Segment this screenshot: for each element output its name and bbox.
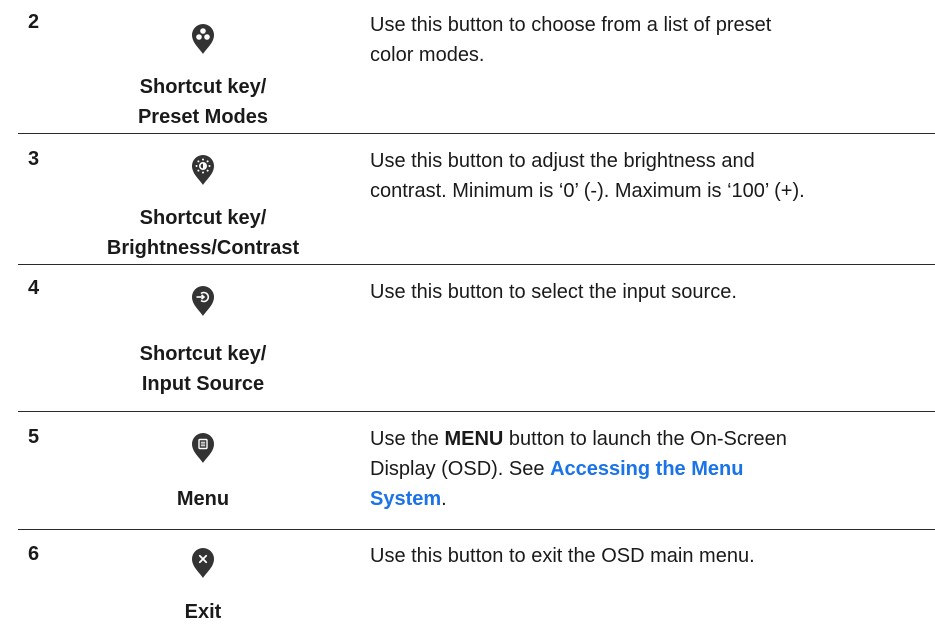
button-label: Shortcut key/ Input Source [106,339,300,399]
desc-line: Use this button to adjust the brightness… [370,150,755,172]
label-line: Preset Modes [137,106,269,128]
desc-line: Use this button to exit the OSD main men… [370,545,755,567]
button-label: Shortcut key/ Preset Modes [106,72,300,132]
desc-line: color modes. [370,44,485,66]
label-line: Shortcut key/ [139,76,267,98]
row-number: 4 [28,277,40,299]
button-description: Use this button to choose from a list of… [370,10,900,70]
button-label: Shortcut key/ Brightness/Contrast [106,203,300,263]
table-row: 6 Exit Use this button to exit the OSD m… [18,530,935,636]
desc-line: System. [370,484,900,514]
input-source-icon [191,285,215,317]
desc-text: Use the [370,428,445,450]
row-number: 5 [28,426,40,448]
button-description-table: 2 Shortcut key/ Preset Modes Use this bu… [18,0,935,636]
desc-text: Display (OSD). See [370,458,551,480]
label-line: Brightness/Contrast [106,237,300,259]
desc-line: Use this button to choose from a list of… [370,14,772,36]
table-row: 3 Shortcut key/ Brightness/Contrast Use … [18,134,935,265]
menu-keyword: MENU [444,428,504,450]
row-number: 6 [28,543,40,565]
desc-line: Use this button to select the input sour… [370,281,737,303]
desc-text: button to launch the On-Screen [503,428,787,450]
accessing-menu-link-continued[interactable]: System [370,488,441,510]
button-description: Use this button to exit the OSD main men… [370,541,900,571]
desc-text: . [441,488,447,510]
desc-line: Use the MENU button to launch the On-Scr… [370,424,900,454]
preset-modes-icon [191,23,215,55]
label-line: Input Source [141,373,265,395]
label-line: Exit [184,601,222,623]
button-description: Use this button to adjust the brightness… [370,146,900,206]
brightness-contrast-icon [191,154,215,186]
button-description: Use this button to select the input sour… [370,277,900,307]
menu-icon [191,432,215,464]
label-line: Shortcut key/ [139,207,267,229]
table-row: 4 Shortcut key/ Input Source Use this bu… [18,265,935,412]
button-label: Menu [106,484,300,514]
desc-line: Display (OSD). See Accessing the Menu [370,454,900,484]
desc-line: contrast. Minimum is ‘0’ (-). Maximum is… [370,180,805,202]
table-row: 5 Menu Use the MENU button to launch the… [18,412,935,530]
row-number: 3 [28,148,40,170]
button-label: Exit [106,597,300,627]
table-row: 2 Shortcut key/ Preset Modes Use this bu… [18,0,935,134]
accessing-menu-link[interactable]: Accessing the Menu [550,458,743,480]
label-line: Shortcut key/ [139,343,267,365]
exit-icon [191,547,215,579]
label-line: Menu [176,488,230,510]
row-number: 2 [28,11,40,33]
button-description: Use the MENU button to launch the On-Scr… [370,424,900,514]
